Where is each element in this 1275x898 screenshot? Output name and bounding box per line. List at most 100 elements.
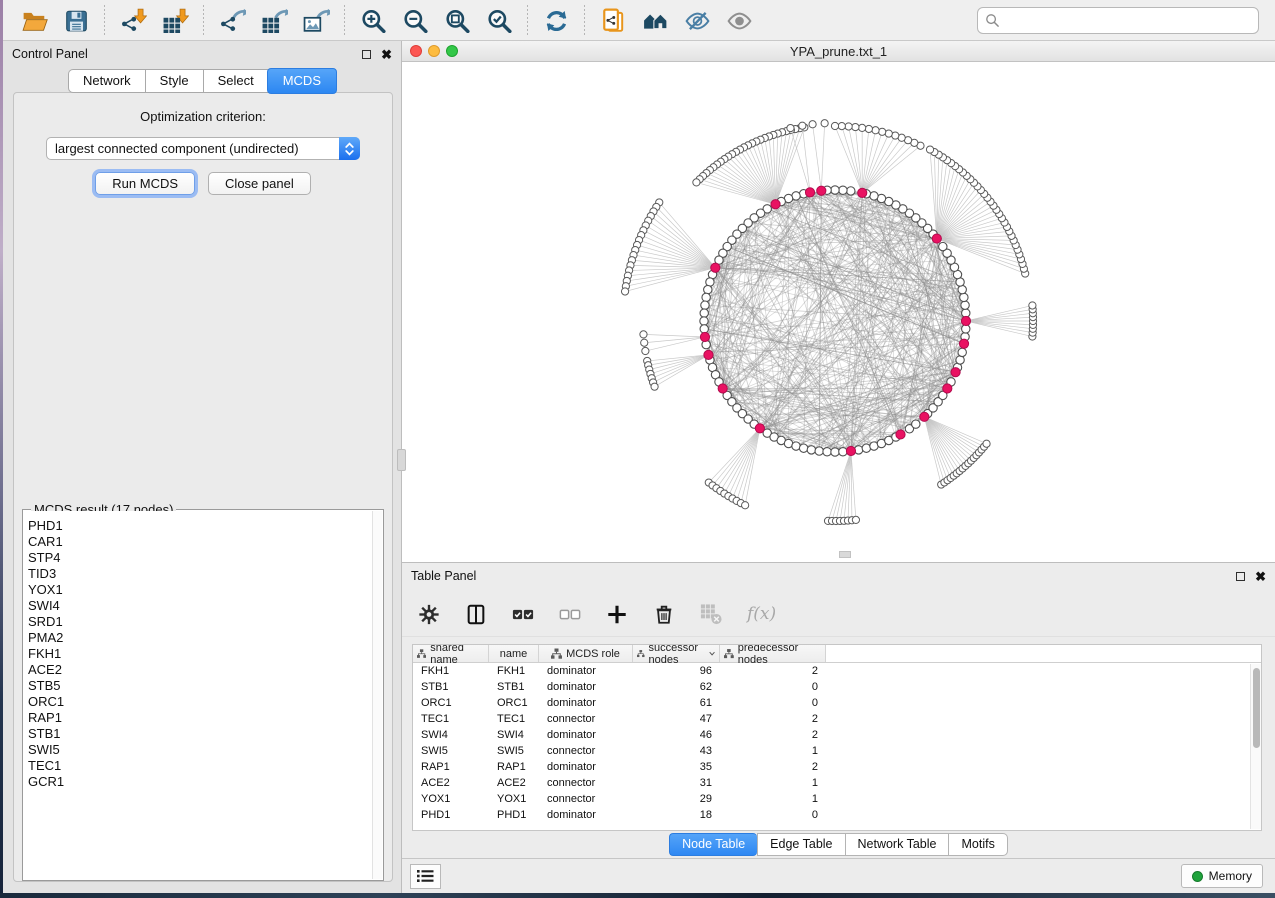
mcds-result-node[interactable]: FKH1 [28, 646, 372, 662]
mcds-result-node[interactable]: ORC1 [28, 694, 372, 710]
table-row-FKH1[interactable]: FKH1FKH1dominator962 [413, 663, 1261, 679]
column-header-name[interactable]: name [489, 645, 539, 662]
graph-leaf-node[interactable] [845, 123, 852, 130]
graph-mcds-node[interactable] [817, 186, 826, 195]
graph-node[interactable] [870, 192, 878, 200]
graph-leaf-node[interactable] [1029, 302, 1036, 309]
table-row-ACE2[interactable]: ACE2ACE2connector311 [413, 775, 1261, 791]
delete-entry-button[interactable] [653, 603, 675, 626]
mcds-result-node[interactable]: SWI5 [28, 742, 372, 758]
tab-network-table[interactable]: Network Table [845, 833, 949, 856]
tab-select[interactable]: Select [203, 69, 268, 93]
mcds-result-node[interactable]: ACE2 [28, 662, 372, 678]
graph-mcds-node[interactable] [932, 234, 941, 243]
import-network-button[interactable] [116, 3, 150, 37]
graph-node[interactable] [958, 285, 966, 293]
graph-node[interactable] [839, 186, 847, 194]
zoom-fit-button[interactable] [440, 3, 474, 37]
hide-graphics-details-button[interactable] [680, 3, 714, 37]
graph-mcds-node[interactable] [718, 384, 727, 393]
graph-leaf-node[interactable] [640, 331, 647, 338]
graph-leaf-node[interactable] [651, 383, 658, 390]
graph-mcds-node[interactable] [711, 263, 720, 272]
refresh-layout-button[interactable] [539, 3, 573, 37]
mcds-result-node[interactable]: CAR1 [28, 534, 372, 550]
mcds-result-node[interactable]: TEC1 [28, 758, 372, 774]
mcds-result-list[interactable]: PHD1CAR1STP4TID3YOX1SWI4SRD1PMA2FKH1ACE2… [24, 511, 372, 879]
graph-node[interactable] [807, 446, 815, 454]
graph-leaf-node[interactable] [852, 123, 859, 130]
graph-mcds-node[interactable] [951, 368, 960, 377]
graph-leaf-node[interactable] [642, 347, 649, 354]
optimization-criterion-select[interactable]: largest connected component (undirected) [46, 137, 360, 160]
graph-leaf-node[interactable] [621, 288, 628, 295]
tab-mcds[interactable]: MCDS [267, 68, 337, 94]
float-panel-icon[interactable] [362, 50, 371, 59]
close-panel-button[interactable]: Close panel [208, 172, 311, 195]
graph-leaf-node[interactable] [872, 127, 879, 134]
mcds-result-node[interactable]: STB1 [28, 726, 372, 742]
tab-edge-table[interactable]: Edge Table [757, 833, 844, 856]
graph-leaf-node[interactable] [879, 128, 886, 135]
graph-mcds-node[interactable] [920, 412, 929, 421]
float-table-panel-icon[interactable] [1236, 572, 1245, 581]
column-header-successor-nodes[interactable]: successor nodes [633, 645, 720, 662]
table-scrollbar[interactable] [1250, 664, 1261, 829]
graph-node[interactable] [700, 325, 708, 333]
graph-leaf-node[interactable] [641, 339, 648, 346]
graph-mcds-node[interactable] [704, 350, 713, 359]
graph-leaf-node[interactable] [831, 122, 838, 129]
export-image-button[interactable] [299, 3, 333, 37]
mcds-result-node[interactable]: GCR1 [28, 774, 372, 790]
graph-node[interactable] [823, 448, 831, 456]
close-panel-icon[interactable]: ✖ [381, 48, 392, 61]
graph-node[interactable] [831, 186, 839, 194]
graph-mcds-node[interactable] [896, 430, 905, 439]
tab-motifs[interactable]: Motifs [948, 833, 1007, 856]
run-mcds-button[interactable]: Run MCDS [95, 172, 195, 195]
select-all-button[interactable] [512, 603, 534, 626]
table-row-YOX1[interactable]: YOX1YOX1connector291 [413, 791, 1261, 807]
canvas-splitter-grip[interactable] [839, 551, 851, 558]
graph-node[interactable] [939, 242, 947, 250]
graph-leaf-node[interactable] [742, 502, 749, 509]
splitter-grip[interactable] [397, 449, 406, 471]
table-row-SWI5[interactable]: SWI5SWI5connector431 [413, 743, 1261, 759]
table-row-RAP1[interactable]: RAP1RAP1dominator352 [413, 759, 1261, 775]
table-settings-button[interactable] [418, 603, 440, 626]
mcds-result-node[interactable]: STP4 [28, 550, 372, 566]
graph-mcds-node[interactable] [700, 332, 709, 341]
tab-network[interactable]: Network [68, 69, 145, 93]
graph-mcds-node[interactable] [961, 316, 970, 325]
zoom-selected-button[interactable] [482, 3, 516, 37]
graph-node[interactable] [815, 447, 823, 455]
node-table[interactable]: shared namename MCDS role successor node… [412, 644, 1262, 831]
table-row-SWI4[interactable]: SWI4SWI4dominator462 [413, 727, 1261, 743]
add-entry-button[interactable] [606, 603, 628, 626]
mcds-result-node[interactable]: YOX1 [28, 582, 372, 598]
zoom-out-button[interactable] [398, 3, 432, 37]
graph-node[interactable] [847, 187, 855, 195]
graph-node[interactable] [839, 448, 847, 456]
network-canvas[interactable] [402, 62, 1275, 562]
table-scrollbar-thumb[interactable] [1253, 668, 1260, 748]
graph-node[interactable] [799, 444, 807, 452]
open-file-button[interactable] [17, 3, 51, 37]
network-graph[interactable] [402, 62, 1272, 562]
mcds-result-node[interactable]: PMA2 [28, 630, 372, 646]
graph-node[interactable] [862, 444, 870, 452]
graph-leaf-node[interactable] [865, 125, 872, 132]
graph-leaf-node[interactable] [821, 120, 828, 127]
table-row-STB1[interactable]: STB1STB1dominator620 [413, 679, 1261, 695]
show-columns-button[interactable] [465, 603, 487, 626]
column-header-predecessor-nodes[interactable]: predecessor nodes [720, 645, 826, 662]
column-header-shared-name[interactable]: shared name [413, 645, 489, 662]
graph-node[interactable] [702, 293, 710, 301]
mcds-result-scrollbar[interactable] [372, 511, 382, 879]
graph-node[interactable] [701, 301, 709, 309]
share-document-button[interactable] [596, 3, 630, 37]
export-network-button[interactable] [215, 3, 249, 37]
graph-node[interactable] [700, 309, 708, 317]
memory-button[interactable]: Memory [1181, 864, 1263, 888]
graph-mcds-node[interactable] [858, 188, 867, 197]
